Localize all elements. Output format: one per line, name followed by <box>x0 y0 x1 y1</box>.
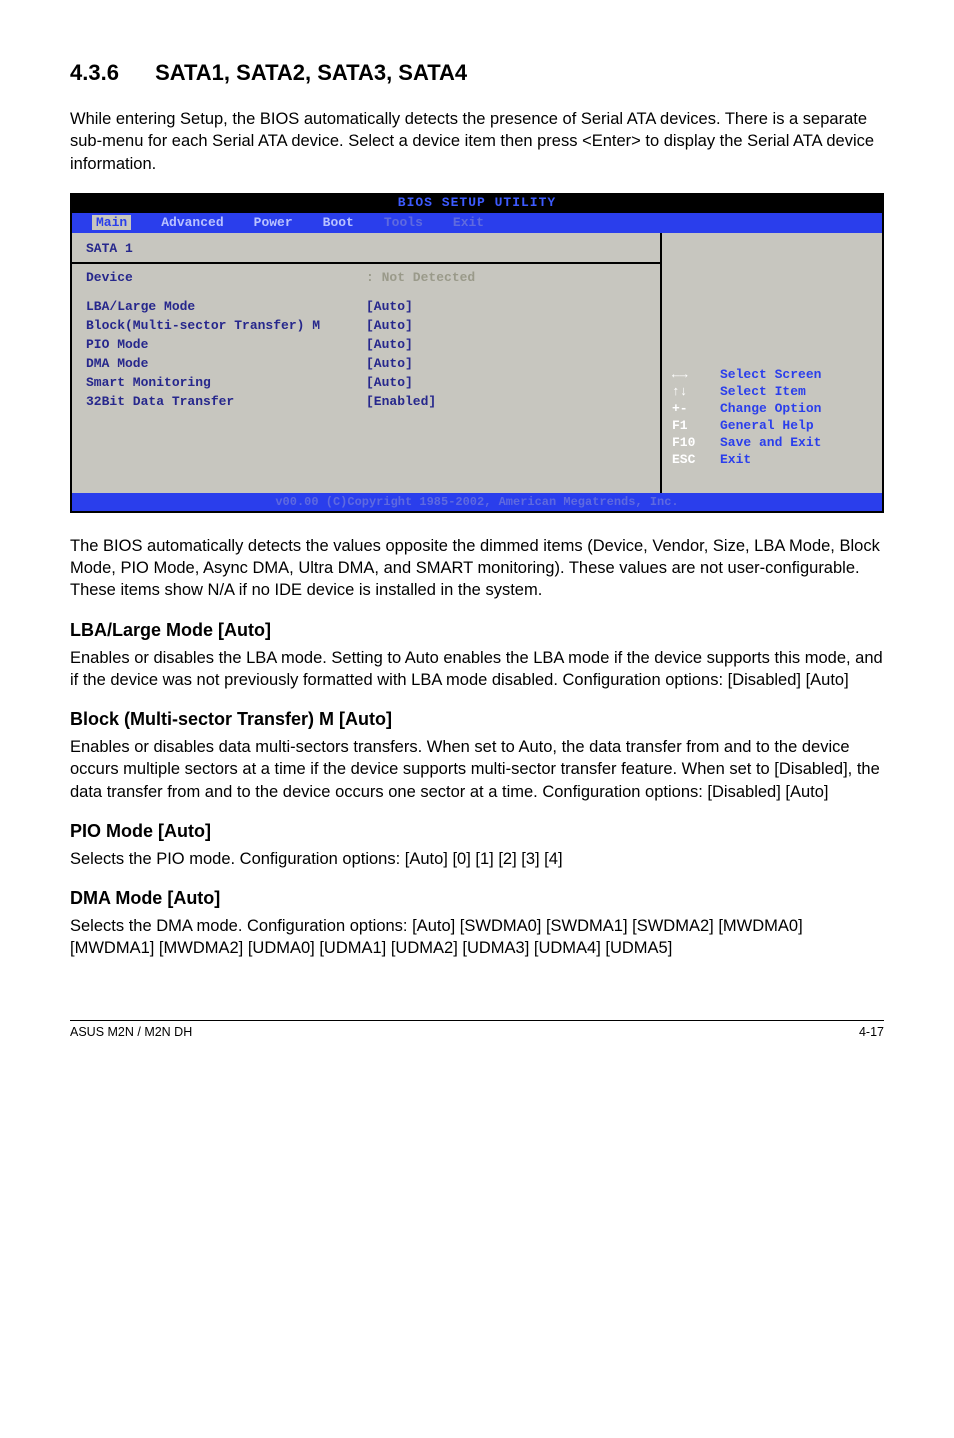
pio-heading: PIO Mode [Auto] <box>70 821 884 842</box>
help-key-esc: ESC <box>672 452 720 469</box>
bios-right-pane: ←→Select Screen ↑↓Select Item +-Change O… <box>662 233 882 493</box>
bios-help-block: ←→Select Screen ↑↓Select Item +-Change O… <box>672 367 821 468</box>
help-select-item: Select Item <box>720 384 806 401</box>
bios-dma-label: DMA Mode <box>86 356 366 371</box>
bios-dma-row[interactable]: DMA Mode [Auto] <box>86 354 646 373</box>
bios-smart-label: Smart Monitoring <box>86 375 366 390</box>
lba-text: Enables or disables the LBA mode. Settin… <box>70 647 884 692</box>
bios-tab-tools[interactable]: Tools <box>384 215 423 230</box>
bios-title: BIOS SETUP UTILITY <box>398 195 556 210</box>
lba-heading: LBA/Large Mode [Auto] <box>70 620 884 641</box>
help-key-f10: F10 <box>672 435 720 452</box>
help-exit: Exit <box>720 452 751 469</box>
bios-sata-header: SATA 1 <box>86 241 133 256</box>
bios-32bit-label: 32Bit Data Transfer <box>86 394 366 409</box>
footer-left: ASUS M2N / M2N DH <box>70 1025 192 1039</box>
bios-tab-advanced[interactable]: Advanced <box>161 215 223 230</box>
bios-tab-row: Main Advanced Power Boot Tools Exit <box>72 213 882 233</box>
bios-smart-row[interactable]: Smart Monitoring [Auto] <box>86 373 646 392</box>
section-heading: SATA1, SATA2, SATA3, SATA4 <box>155 60 467 85</box>
help-key-plusminus: +- <box>672 401 720 418</box>
footer-line <box>70 1020 884 1021</box>
bios-tab-main[interactable]: Main <box>92 215 131 230</box>
section-title: 4.3.6 SATA1, SATA2, SATA3, SATA4 <box>70 60 884 86</box>
bios-device-label: Device <box>86 270 366 285</box>
block-text: Enables or disables data multi-sectors t… <box>70 736 884 803</box>
bios-pio-value: [Auto] <box>366 337 413 352</box>
bios-tab-exit[interactable]: Exit <box>453 215 484 230</box>
dma-heading: DMA Mode [Auto] <box>70 888 884 909</box>
bios-block-value: [Auto] <box>366 318 413 333</box>
bios-device-value: : Not Detected <box>366 270 475 285</box>
help-change-option: Change Option <box>720 401 821 418</box>
bios-dma-value: [Auto] <box>366 356 413 371</box>
dma-text: Selects the DMA mode. Configuration opti… <box>70 915 884 960</box>
bios-footer: v00.00 (C)Copyright 1985-2002, American … <box>72 493 882 511</box>
section-number: 4.3.6 <box>70 60 119 86</box>
help-key-arrows-ud: ↑↓ <box>672 384 720 401</box>
bios-lba-row[interactable]: LBA/Large Mode [Auto] <box>86 297 646 316</box>
bios-pio-label: PIO Mode <box>86 337 366 352</box>
after-bios-text: The BIOS automatically detects the value… <box>70 535 884 602</box>
bios-tab-boot[interactable]: Boot <box>323 215 354 230</box>
bios-lba-value: [Auto] <box>366 299 413 314</box>
bios-32bit-value: [Enabled] <box>366 394 436 409</box>
help-save-exit: Save and Exit <box>720 435 821 452</box>
bios-pio-row[interactable]: PIO Mode [Auto] <box>86 335 646 354</box>
bios-device-row: Device : Not Detected <box>86 268 646 287</box>
bios-body: SATA 1 Device : Not Detected LBA/Large M… <box>72 233 882 493</box>
help-key-arrows-lr: ←→ <box>672 367 720 384</box>
pio-text: Selects the PIO mode. Configuration opti… <box>70 848 884 870</box>
intro-text: While entering Setup, the BIOS automatic… <box>70 108 884 175</box>
bios-device-header: SATA 1 <box>86 239 646 258</box>
bios-lba-label: LBA/Large Mode <box>86 299 366 314</box>
bios-32bit-row[interactable]: 32Bit Data Transfer [Enabled] <box>86 392 646 411</box>
bios-smart-value: [Auto] <box>366 375 413 390</box>
help-general-help: General Help <box>720 418 814 435</box>
help-select-screen: Select Screen <box>720 367 821 384</box>
bios-tab-power[interactable]: Power <box>254 215 293 230</box>
bios-left-pane: SATA 1 Device : Not Detected LBA/Large M… <box>72 233 662 493</box>
bios-screenshot: BIOS SETUP UTILITY Main Advanced Power B… <box>70 193 884 513</box>
block-heading: Block (Multi-sector Transfer) M [Auto] <box>70 709 884 730</box>
page-footer: ASUS M2N / M2N DH 4-17 <box>70 1025 884 1039</box>
bios-divider <box>72 262 660 264</box>
bios-block-row[interactable]: Block(Multi-sector Transfer) M [Auto] <box>86 316 646 335</box>
footer-right: 4-17 <box>859 1025 884 1039</box>
bios-block-label: Block(Multi-sector Transfer) M <box>86 318 366 333</box>
help-key-f1: F1 <box>672 418 720 435</box>
bios-title-bar: BIOS SETUP UTILITY <box>72 195 882 213</box>
